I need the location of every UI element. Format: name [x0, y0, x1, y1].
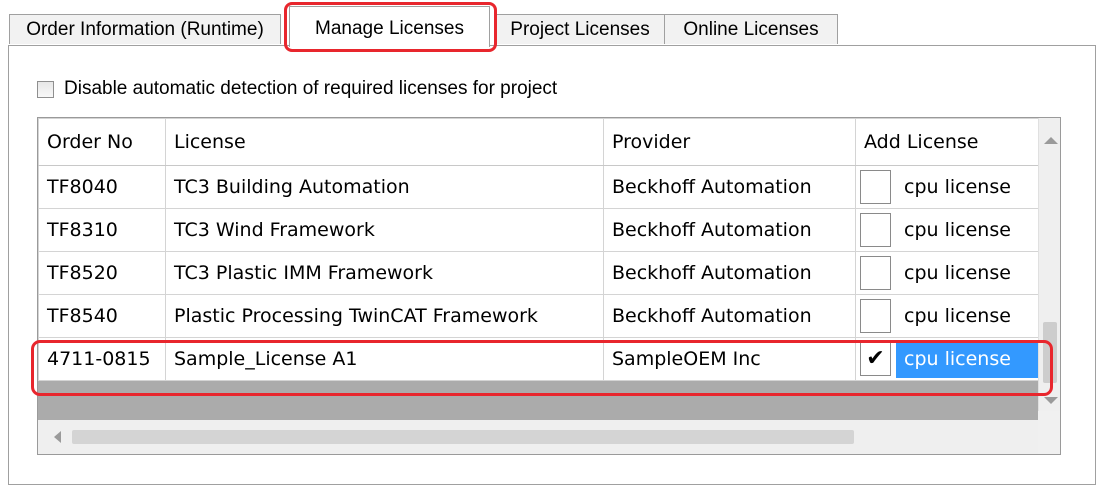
license-cell: TC3 Wind Framework	[165, 208, 604, 252]
order-no-cell: TF8040	[38, 165, 166, 209]
tab-bar: Order Information (Runtime) Manage Licen…	[0, 0, 1105, 52]
table-row[interactable]: TF8040 TC3 Building Automation Beckhoff …	[38, 165, 1039, 209]
order-no-cell: TF8310	[38, 208, 166, 252]
add-license-checkbox[interactable]	[860, 256, 891, 290]
provider-cell: Beckhoff Automation	[603, 208, 856, 252]
add-license-label: cpu license	[904, 219, 1011, 241]
licenses-grid: Order No License Provider Add License TF…	[37, 117, 1061, 455]
license-cell: Plastic Processing TwinCAT Framework	[165, 294, 604, 338]
scrollbar-corner	[1038, 411, 1060, 454]
license-cell: TC3 Building Automation	[165, 165, 604, 209]
order-no-cell: TF8540	[38, 294, 166, 338]
add-license-checkbox[interactable]	[860, 299, 891, 333]
column-header-order-no[interactable]: Order No	[38, 118, 166, 166]
add-license-label: cpu license	[904, 176, 1011, 198]
scroll-left-arrow-icon[interactable]	[54, 431, 61, 443]
tab-order-information[interactable]: Order Information (Runtime)	[9, 14, 281, 44]
add-license-checkbox[interactable]	[860, 213, 891, 247]
header-row: Order No License Provider Add License	[38, 118, 1039, 166]
disable-detection-label: Disable automatic detection of required …	[64, 78, 558, 99]
add-license-cell: cpu license	[855, 294, 1039, 338]
order-no-cell: TF8520	[38, 251, 166, 295]
row-highlight-annotation	[31, 340, 1053, 396]
scroll-up-arrow-icon[interactable]	[1044, 137, 1058, 144]
tab-online-licenses[interactable]: Online Licenses	[664, 14, 838, 44]
scroll-down-arrow-icon[interactable]	[1044, 397, 1058, 404]
table-row[interactable]: TF8540 Plastic Processing TwinCAT Framew…	[38, 294, 1039, 338]
tab-project-licenses[interactable]: Project Licenses	[495, 14, 665, 44]
add-license-cell: cpu license	[855, 208, 1039, 252]
provider-cell: Beckhoff Automation	[603, 165, 856, 209]
provider-cell: Beckhoff Automation	[603, 251, 856, 295]
column-header-provider[interactable]: Provider	[603, 118, 856, 166]
add-license-label: cpu license	[904, 305, 1011, 327]
horizontal-scroll-thumb[interactable]	[72, 430, 854, 444]
add-license-label: cpu license	[904, 262, 1011, 284]
horizontal-scrollbar[interactable]	[38, 420, 1038, 454]
table-row[interactable]: TF8520 TC3 Plastic IMM Framework Beckhof…	[38, 251, 1039, 295]
column-header-license[interactable]: License	[165, 118, 604, 166]
disable-detection-option[interactable]: Disable automatic detection of required …	[37, 77, 557, 101]
disable-detection-checkbox[interactable]	[37, 80, 54, 98]
provider-cell: Beckhoff Automation	[603, 294, 856, 338]
column-header-add-license[interactable]: Add License	[855, 118, 1039, 166]
table-row[interactable]: TF8310 TC3 Wind Framework Beckhoff Autom…	[38, 208, 1039, 252]
license-cell: TC3 Plastic IMM Framework	[165, 251, 604, 295]
add-license-checkbox[interactable]	[860, 170, 891, 204]
add-license-cell: cpu license	[855, 165, 1039, 209]
add-license-cell: cpu license	[855, 251, 1039, 295]
tab-highlight-annotation	[284, 2, 497, 52]
